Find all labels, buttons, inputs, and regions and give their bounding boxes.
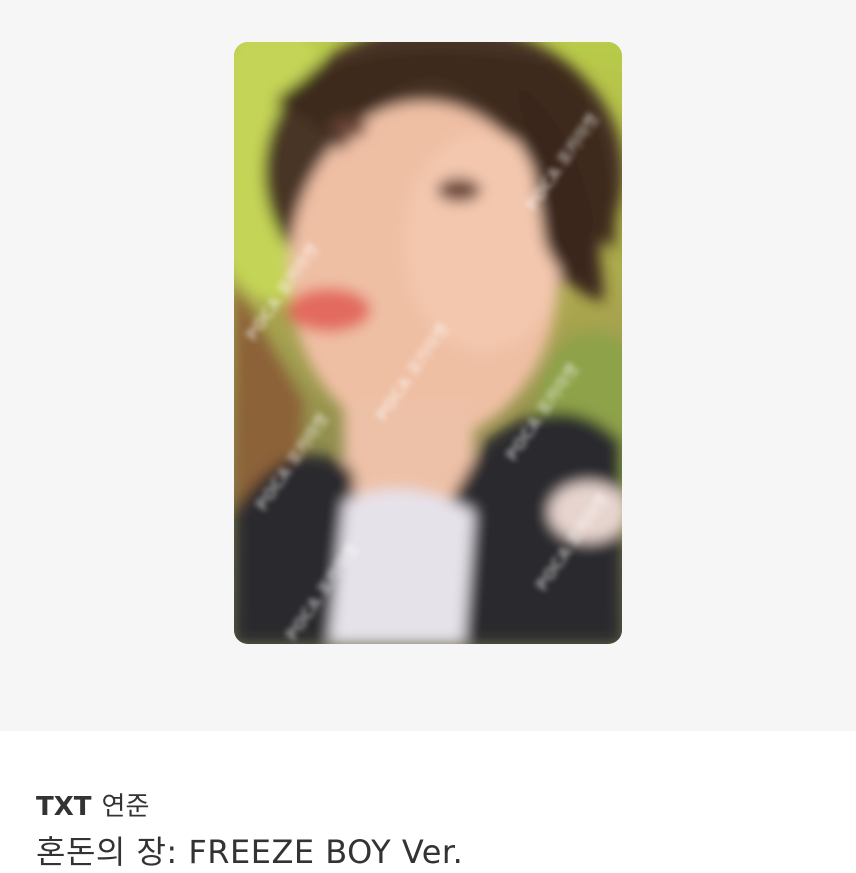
photocard-image[interactable]: POCA 포카마켓 POCA 포카마켓 POCA 포카마켓 POCA 포카마켓 …: [234, 42, 622, 644]
product-image-area: POCA 포카마켓 POCA 포카마켓 POCA 포카마켓 POCA 포카마켓 …: [0, 0, 856, 731]
product-info: TXT 연준 혼돈의 장: FREEZE BOY Ver.: [0, 731, 856, 871]
artist-group-name: TXT: [36, 792, 92, 822]
photocard-illustration: POCA 포카마켓 POCA 포카마켓 POCA 포카마켓 POCA 포카마켓 …: [234, 42, 622, 644]
artist-line: TXT 연준: [36, 786, 149, 823]
artist-member-name: 연준: [101, 792, 150, 822]
album-title: 혼돈의 장: FREEZE BOY Ver.: [36, 833, 464, 871]
